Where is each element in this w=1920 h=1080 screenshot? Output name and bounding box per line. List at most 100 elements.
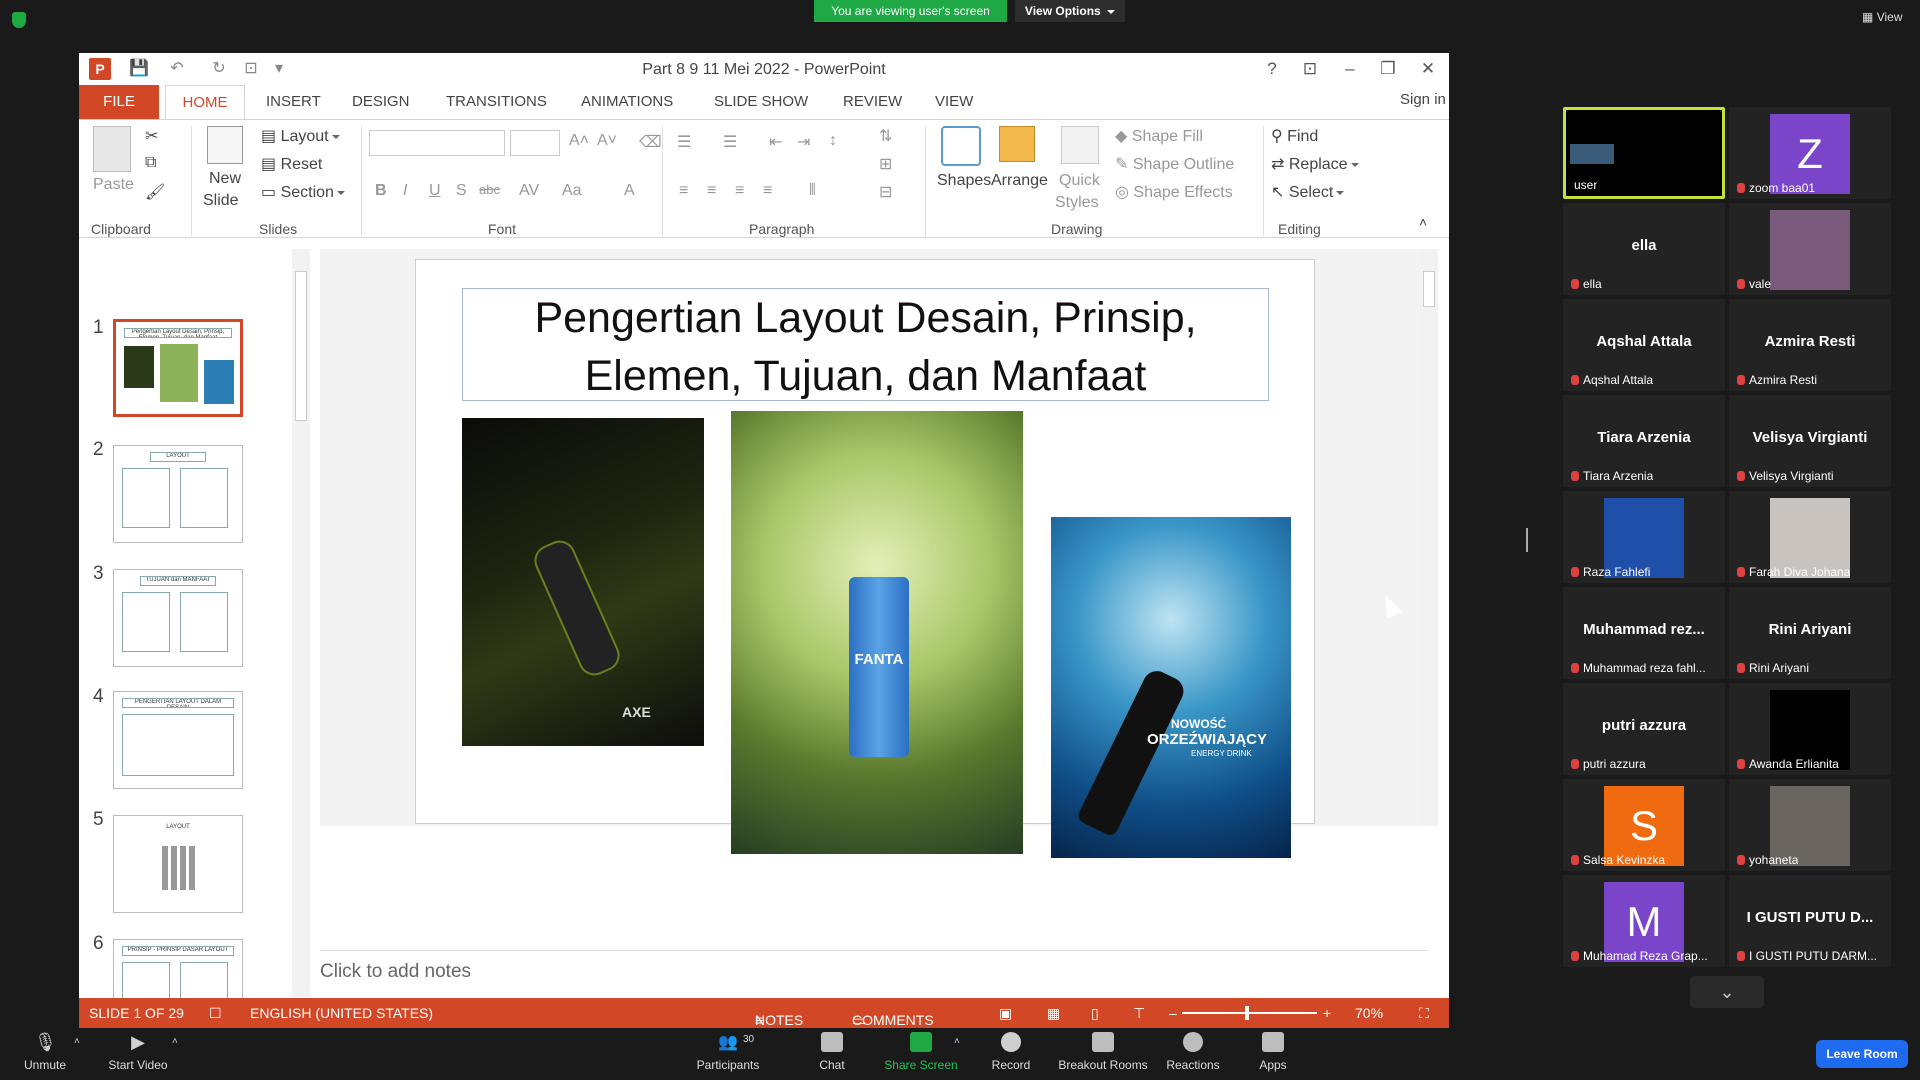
participant-tile[interactable]: Muhammad rez... Muhammad reza fahl... (1563, 587, 1725, 679)
section-button[interactable]: ▭ Section (261, 182, 345, 202)
collapse-ribbon-icon[interactable]: ˄ (1419, 214, 1427, 230)
slide-sorter-icon[interactable]: ▦ (1047, 1005, 1060, 1022)
participant-tile[interactable]: Aqshal Attala Aqshal Attala (1563, 299, 1725, 391)
leave-room-button[interactable]: Leave Room (1816, 1040, 1908, 1068)
reading-view-icon[interactable]: ▯ (1091, 1005, 1099, 1022)
fanta-ad-image[interactable]: FANTA (731, 411, 1023, 854)
tab-animations[interactable]: ANIMATIONS (581, 93, 673, 110)
reactions-button[interactable]: Reactions (1148, 1032, 1238, 1072)
shadow-button[interactable]: S (456, 182, 467, 200)
sign-in-link[interactable]: Sign in (1400, 91, 1446, 108)
quick-styles-icon[interactable] (1061, 126, 1099, 164)
copy-icon[interactable]: ⧉ (145, 154, 156, 172)
italic-button[interactable]: I (403, 182, 407, 200)
minimize-icon[interactable]: – (1335, 57, 1365, 81)
language-status[interactable]: ENGLISH (UNITED STATES) (250, 1005, 433, 1021)
axe-ad-image[interactable]: AXE (462, 418, 704, 746)
participant-tile[interactable]: Azmira Resti Azmira Resti (1729, 299, 1891, 391)
font-color-icon[interactable]: A (624, 182, 635, 200)
burn-ad-image[interactable]: NOWOŚĆ ORZEŹWIAJĄCY ENERGY DRINK (1051, 517, 1291, 858)
participant-tile[interactable]: Tiara Arzenia Tiara Arzenia (1563, 395, 1725, 487)
new-slide-label-1[interactable]: New (209, 170, 241, 188)
strikethrough-button[interactable]: abc (479, 182, 500, 197)
align-left-icon[interactable]: ≡ (679, 182, 688, 200)
tab-view[interactable]: VIEW (935, 93, 973, 110)
tab-design[interactable]: DESIGN (352, 93, 410, 110)
scrollbar-thumb[interactable] (1423, 271, 1435, 307)
security-shield-icon[interactable] (12, 12, 26, 28)
thumbnails-scrollbar[interactable] (292, 249, 310, 997)
participant-tile[interactable]: putri azzura putri azzura (1563, 683, 1725, 775)
tab-file[interactable]: FILE (79, 85, 159, 119)
justify-icon[interactable]: ≡ (763, 182, 772, 200)
cut-icon[interactable]: ✂ (145, 126, 158, 146)
columns-icon[interactable]: ⫴ (809, 182, 816, 200)
gallery-next-page-button[interactable]: ⌄ (1690, 976, 1764, 1008)
share-screen-button[interactable]: Share Screen (876, 1032, 966, 1072)
font-size-select[interactable] (510, 130, 560, 156)
breakout-rooms-button[interactable]: Breakout Rooms (1058, 1032, 1148, 1072)
participant-tile[interactable]: S Salsa Kevinzka (1563, 779, 1725, 871)
video-options-chevron-icon[interactable]: ˄ (172, 1036, 178, 1047)
slide-title[interactable]: Pengertian Layout Desain, Prinsip, Eleme… (462, 288, 1269, 401)
participant-tile[interactable]: I GUSTI PUTU D... I GUSTI PUTU DARM... (1729, 875, 1891, 967)
participant-tile[interactable]: M Muhamad Reza Grap... (1563, 875, 1725, 967)
layout-button[interactable]: ▤ Layout (261, 126, 340, 146)
slide[interactable]: Pengertian Layout Desain, Prinsip, Eleme… (415, 259, 1315, 858)
participant-tile[interactable]: Raza Fahlefi (1563, 491, 1725, 583)
slide-thumbnail-2[interactable]: LAYOUT (113, 445, 243, 543)
normal-view-icon[interactable]: ▣ (999, 1005, 1012, 1022)
view-options-button[interactable]: View Options (1015, 0, 1125, 22)
shape-fill-button[interactable]: ◆ Shape Fill (1115, 126, 1203, 146)
close-icon[interactable]: ✕ (1413, 57, 1443, 81)
slide-thumbnail-4[interactable]: PENGERTIAN LAYOUT DALAM DESAIN (113, 691, 243, 789)
apps-button[interactable]: Apps (1228, 1032, 1318, 1072)
replace-button[interactable]: ⇄ Replace (1271, 154, 1359, 174)
decrease-indent-icon[interactable]: ⇤ (769, 132, 782, 152)
slide-show-icon[interactable]: ⊤ (1133, 1005, 1145, 1022)
change-case-button[interactable]: Aa (562, 182, 582, 200)
slide-thumbnail-1[interactable]: Pengertian Layout Desain, Prinsip, Eleme… (113, 319, 243, 417)
clear-formatting-icon[interactable]: ⌫ (639, 132, 662, 152)
quick-styles-label-2[interactable]: Styles (1055, 194, 1099, 212)
participant-tile[interactable]: Rini Ariyani Rini Ariyani (1729, 587, 1891, 679)
audio-options-chevron-icon[interactable]: ˄ (74, 1036, 80, 1047)
zoom-out-icon[interactable]: – (1169, 1005, 1177, 1021)
format-painter-icon[interactable]: 🖌 (145, 182, 165, 202)
ribbon-display-icon[interactable]: ⊡ (1295, 57, 1325, 81)
participants-button[interactable]: 👥 Participants (683, 1032, 773, 1072)
tab-transitions[interactable]: TRANSITIONS (446, 93, 547, 110)
scrollbar-thumb[interactable] (295, 271, 307, 421)
spell-check-icon[interactable]: ☐ (209, 1005, 222, 1022)
slide-thumbnail-3[interactable]: TUJUAN dan MANFAAT (113, 569, 243, 667)
chat-button[interactable]: Chat (787, 1032, 877, 1072)
participant-tile[interactable]: Farah Diva Johana (1729, 491, 1891, 583)
restore-icon[interactable]: ❐ (1373, 57, 1403, 81)
participant-tile[interactable]: yohaneta (1729, 779, 1891, 871)
numbering-icon[interactable]: ☰ (723, 132, 737, 152)
participant-tile[interactable]: user (1563, 107, 1725, 199)
bullets-icon[interactable]: ☰ (677, 132, 691, 152)
align-right-icon[interactable]: ≡ (735, 182, 744, 200)
align-text-icon[interactable]: ⊞ (879, 154, 892, 174)
slide-thumbnail-5[interactable]: LAYOUT (113, 815, 243, 913)
zoom-level[interactable]: 70% (1355, 1005, 1383, 1021)
arrange-icon[interactable] (999, 126, 1035, 162)
participant-tile[interactable]: Velisya Virgianti Velisya Virgianti (1729, 395, 1891, 487)
tab-review[interactable]: REVIEW (843, 93, 902, 110)
text-direction-icon[interactable]: ⇅ (879, 126, 892, 146)
record-button[interactable]: Record (966, 1032, 1056, 1072)
notes-placeholder[interactable]: Click to add notes (320, 961, 471, 983)
tab-insert[interactable]: INSERT (266, 93, 321, 110)
paste-button[interactable]: Paste (93, 176, 134, 194)
smartart-icon[interactable]: ⊟ (879, 182, 892, 202)
quick-styles-label-1[interactable]: Quick (1059, 172, 1100, 190)
participant-tile[interactable]: Awanda Erlianita (1729, 683, 1891, 775)
select-button[interactable]: ↖ Select (1271, 182, 1345, 202)
char-spacing-icon[interactable]: AV (519, 182, 539, 200)
zoom-in-icon[interactable]: + (1323, 1005, 1331, 1021)
participant-tile[interactable]: ella ella (1563, 203, 1725, 295)
canvas-scrollbar[interactable] (1420, 249, 1438, 826)
participant-tile[interactable]: Zzoom baa01 (1729, 107, 1891, 199)
find-button[interactable]: ⚲ Find (1271, 126, 1318, 146)
